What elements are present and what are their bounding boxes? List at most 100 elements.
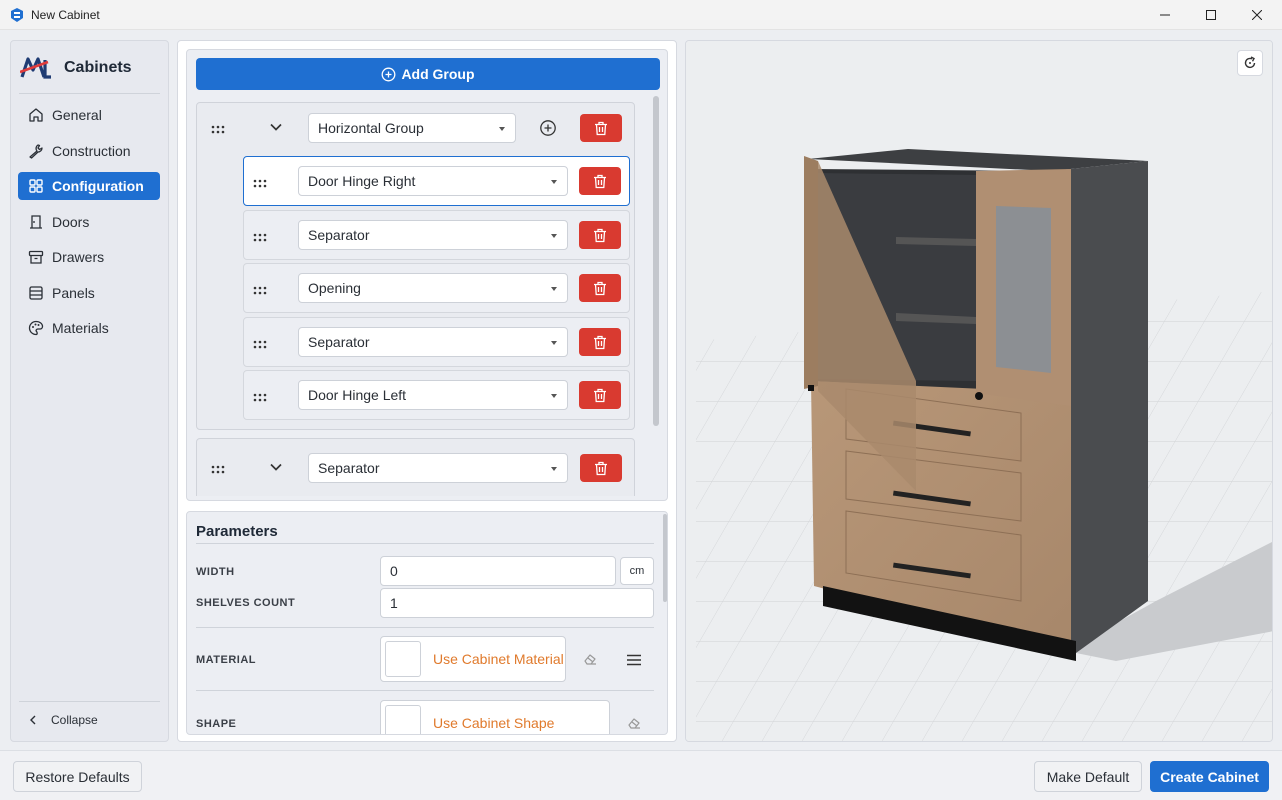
brand-title: Cabinets: [64, 59, 132, 76]
logo-icon: [20, 57, 51, 79]
delete-item-button[interactable]: [579, 381, 621, 409]
make-default-button[interactable]: Make Default: [1034, 761, 1142, 792]
sidebar-item-label: Materials: [52, 320, 109, 336]
sidebar-item-label: Doors: [52, 214, 90, 230]
width-value: 0: [390, 563, 398, 579]
delete-group-button[interactable]: [580, 454, 622, 482]
parameters-panel: Parameters WIDTH 0 cm SHELVES COUNT 1 MA…: [186, 511, 668, 735]
trash-icon: [594, 281, 606, 295]
sidebar-item-label: General: [52, 107, 102, 123]
caret-down-icon: [551, 234, 557, 238]
material-label: MATERIAL: [196, 654, 257, 666]
item-type-select[interactable]: Separator: [298, 220, 568, 250]
drag-handle-icon[interactable]: [211, 462, 225, 474]
trash-icon: [594, 388, 606, 402]
delete-item-button[interactable]: [579, 221, 621, 249]
trash-icon: [594, 174, 606, 188]
add-group-button[interactable]: Add Group: [196, 58, 660, 90]
sidebar-item-drawers[interactable]: Drawers: [18, 243, 160, 271]
plus-circle-icon: [540, 120, 556, 136]
list-item[interactable]: Separator: [243, 210, 630, 260]
configuration-panel: Add Group Horizontal Group Door Hinge Ri…: [177, 40, 677, 742]
caret-down-icon: [551, 467, 557, 471]
item-type-value: Separator: [308, 227, 370, 243]
drag-handle-icon[interactable]: [253, 176, 267, 188]
grid-icon: [29, 179, 43, 193]
app-icon: [11, 8, 23, 22]
caret-down-icon: [551, 180, 557, 184]
sidebar-item-construction[interactable]: Construction: [18, 137, 160, 165]
list-item[interactable]: Door Hinge Right: [243, 156, 630, 206]
plus-circle-icon: [381, 67, 396, 81]
trash-icon: [595, 121, 607, 135]
delete-group-button[interactable]: [580, 114, 622, 142]
parameters-scrollbar[interactable]: [663, 514, 667, 602]
divider: [19, 701, 160, 702]
divider: [19, 93, 160, 94]
create-cabinet-button[interactable]: Create Cabinet: [1150, 761, 1269, 792]
group-type-select[interactable]: Horizontal Group: [308, 113, 516, 143]
archive-icon: [28, 250, 44, 264]
width-unit: cm: [629, 565, 645, 577]
close-window-button[interactable]: [1234, 0, 1280, 30]
drag-handle-icon[interactable]: [253, 337, 267, 349]
eraser-icon[interactable]: [583, 652, 597, 666]
group-type-select[interactable]: Separator: [308, 453, 568, 483]
group-list-scrollbar[interactable]: [653, 96, 659, 426]
width-input[interactable]: 0: [380, 556, 616, 586]
item-type-select[interactable]: Door Hinge Left: [298, 380, 568, 410]
delete-item-button[interactable]: [579, 274, 621, 302]
maximize-icon: [1206, 10, 1216, 20]
width-unit-button[interactable]: cm: [620, 557, 654, 585]
item-type-select[interactable]: Separator: [298, 327, 568, 357]
cabinet-3d-viewport[interactable]: [685, 40, 1273, 742]
material-picker[interactable]: Use Cabinet Material: [380, 636, 566, 682]
sidebar: Cabinets General Construction Configurat…: [10, 40, 169, 742]
delete-item-button[interactable]: [579, 167, 621, 195]
menu-icon[interactable]: [626, 653, 642, 666]
sidebar-item-configuration[interactable]: Configuration: [18, 172, 160, 200]
item-type-select[interactable]: Door Hinge Right: [298, 166, 568, 196]
caret-down-icon: [499, 127, 505, 131]
drag-handle-icon[interactable]: [211, 122, 225, 134]
groups-panel: Add Group Horizontal Group Door Hinge Ri…: [186, 49, 668, 501]
sidebar-item-general[interactable]: General: [18, 101, 160, 129]
trash-icon: [595, 461, 607, 475]
door-icon: [30, 215, 42, 229]
material-swatch: [385, 641, 421, 677]
sidebar-item-doors[interactable]: Doors: [18, 208, 160, 236]
sidebar-item-label: Construction: [52, 143, 131, 159]
sidebar-item-panels[interactable]: Panels: [18, 279, 160, 307]
group-type-value: Horizontal Group: [318, 120, 424, 136]
list-item[interactable]: Separator: [243, 317, 630, 367]
trash-icon: [594, 335, 606, 349]
chevron-down-icon[interactable]: [269, 120, 283, 134]
item-type-value: Door Hinge Right: [308, 173, 416, 189]
shelves-count-input[interactable]: 1: [380, 588, 654, 618]
restore-defaults-button[interactable]: Restore Defaults: [13, 761, 142, 792]
eraser-icon[interactable]: [627, 716, 641, 730]
minimize-button[interactable]: [1142, 0, 1188, 30]
caret-down-icon: [551, 394, 557, 398]
drag-handle-icon[interactable]: [253, 230, 267, 242]
collapse-button[interactable]: Collapse: [29, 713, 98, 727]
divider: [196, 690, 654, 691]
shape-picker[interactable]: Use Cabinet Shape: [380, 700, 610, 734]
chevron-down-icon[interactable]: [269, 460, 283, 474]
sidebar-item-materials[interactable]: Materials: [18, 314, 160, 342]
reset-view-button[interactable]: [1237, 50, 1263, 76]
drag-handle-icon[interactable]: [253, 283, 267, 295]
list-item[interactable]: Opening: [243, 263, 630, 313]
item-type-value: Door Hinge Left: [308, 387, 407, 403]
shelves-count-label: SHELVES COUNT: [196, 597, 296, 609]
maximize-button[interactable]: [1188, 0, 1234, 30]
add-item-button[interactable]: [539, 119, 557, 137]
refresh-icon: [1244, 56, 1256, 69]
caret-down-icon: [551, 341, 557, 345]
item-type-select[interactable]: Opening: [298, 273, 568, 303]
make-default-label: Make Default: [1046, 768, 1130, 785]
brand: Cabinets: [20, 55, 132, 81]
drag-handle-icon[interactable]: [253, 390, 267, 402]
list-item[interactable]: Door Hinge Left: [243, 370, 630, 420]
delete-item-button[interactable]: [579, 328, 621, 356]
